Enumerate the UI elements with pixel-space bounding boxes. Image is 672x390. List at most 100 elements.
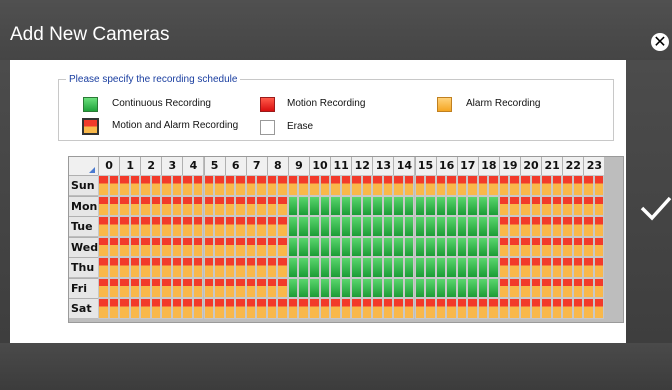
schedule-cell[interactable] — [319, 216, 331, 237]
schedule-cell[interactable] — [488, 195, 499, 216]
schedule-cell[interactable] — [214, 298, 225, 319]
schedule-cell[interactable] — [150, 257, 162, 278]
schedule-cell[interactable] — [98, 175, 109, 196]
schedule-cell[interactable] — [171, 236, 183, 257]
schedule-cell[interactable] — [425, 277, 436, 298]
schedule-cell[interactable] — [382, 277, 394, 298]
schedule-cell[interactable] — [171, 195, 183, 216]
hour-header-2[interactable]: 2 — [140, 157, 162, 175]
schedule-cell[interactable] — [467, 175, 478, 196]
hour-header-4[interactable]: 4 — [182, 157, 204, 175]
schedule-cell[interactable] — [129, 257, 141, 278]
schedule-cell[interactable] — [361, 277, 373, 298]
schedule-cell[interactable] — [287, 175, 299, 196]
schedule-cell[interactable] — [245, 257, 257, 278]
schedule-cell[interactable] — [330, 216, 341, 237]
schedule-cell[interactable] — [203, 298, 215, 319]
day-header-fri[interactable]: Fri — [69, 277, 98, 298]
schedule-cell[interactable] — [287, 277, 299, 298]
schedule-cell[interactable] — [245, 298, 257, 319]
schedule-cell[interactable] — [572, 175, 584, 196]
schedule-cell[interactable] — [203, 257, 215, 278]
schedule-cell[interactable] — [562, 175, 573, 196]
schedule-cell[interactable] — [182, 277, 193, 298]
hour-header-8[interactable]: 8 — [266, 157, 288, 175]
schedule-cell[interactable] — [287, 257, 299, 278]
schedule-cell[interactable] — [562, 195, 573, 216]
schedule-cell[interactable] — [403, 195, 415, 216]
schedule-cell[interactable] — [319, 195, 331, 216]
schedule-cell[interactable] — [235, 195, 246, 216]
hour-header-3[interactable]: 3 — [161, 157, 183, 175]
schedule-cell[interactable] — [277, 236, 288, 257]
schedule-cell[interactable] — [446, 236, 457, 257]
schedule-cell[interactable] — [256, 257, 267, 278]
schedule-cell[interactable] — [108, 236, 120, 257]
schedule-cell[interactable] — [372, 175, 383, 196]
schedule-cell[interactable] — [330, 277, 341, 298]
schedule-cell[interactable] — [551, 298, 563, 319]
schedule-cell[interactable] — [140, 257, 151, 278]
schedule-cell[interactable] — [509, 277, 520, 298]
schedule-cell[interactable] — [520, 277, 531, 298]
schedule-cell[interactable] — [414, 195, 426, 216]
schedule-cell[interactable] — [467, 195, 478, 216]
schedule-cell[interactable] — [382, 298, 394, 319]
schedule-cell[interactable] — [393, 257, 404, 278]
schedule-cell[interactable] — [382, 195, 394, 216]
schedule-cell[interactable] — [203, 195, 215, 216]
schedule-cell[interactable] — [351, 236, 362, 257]
schedule-cell[interactable] — [108, 277, 120, 298]
schedule-cell[interactable] — [150, 175, 162, 196]
hour-header-20[interactable]: 20 — [520, 157, 542, 175]
schedule-cell[interactable] — [256, 195, 267, 216]
schedule-cell[interactable] — [277, 298, 288, 319]
schedule-cell[interactable] — [192, 175, 204, 196]
schedule-cell[interactable] — [520, 216, 531, 237]
schedule-cell[interactable] — [382, 175, 394, 196]
schedule-cell[interactable] — [372, 195, 383, 216]
schedule-cell[interactable] — [425, 216, 436, 237]
schedule-cell[interactable] — [351, 277, 362, 298]
schedule-cell[interactable] — [541, 236, 552, 257]
hour-header-18[interactable]: 18 — [477, 157, 499, 175]
schedule-cell[interactable] — [509, 298, 520, 319]
schedule-cell[interactable] — [520, 175, 531, 196]
schedule-cell[interactable] — [309, 236, 320, 257]
schedule-cell[interactable] — [403, 216, 415, 237]
schedule-cell[interactable] — [214, 277, 225, 298]
schedule-cell[interactable] — [393, 175, 404, 196]
schedule-cell[interactable] — [330, 195, 341, 216]
hour-header-11[interactable]: 11 — [330, 157, 352, 175]
schedule-cell[interactable] — [467, 298, 478, 319]
schedule-cell[interactable] — [150, 195, 162, 216]
schedule-cell[interactable] — [414, 216, 426, 237]
schedule-cell[interactable] — [277, 277, 288, 298]
schedule-cell[interactable] — [309, 298, 320, 319]
schedule-cell[interactable] — [129, 236, 141, 257]
schedule-cell[interactable] — [224, 298, 236, 319]
schedule-cell[interactable] — [108, 195, 120, 216]
schedule-cell[interactable] — [467, 236, 478, 257]
schedule-cell[interactable] — [520, 298, 531, 319]
schedule-cell[interactable] — [456, 298, 468, 319]
hour-header-17[interactable]: 17 — [456, 157, 478, 175]
schedule-cell[interactable] — [319, 277, 331, 298]
schedule-cell[interactable] — [161, 175, 172, 196]
schedule-cell[interactable] — [214, 216, 225, 237]
schedule-cell[interactable] — [572, 216, 584, 237]
schedule-cell[interactable] — [235, 175, 246, 196]
schedule-cell[interactable] — [477, 236, 489, 257]
schedule-cell[interactable] — [298, 216, 309, 237]
day-header-mon[interactable]: Mon — [69, 195, 98, 216]
day-header-sat[interactable]: Sat — [69, 298, 98, 318]
schedule-cell[interactable] — [446, 298, 457, 319]
schedule-cell[interactable] — [224, 257, 236, 278]
schedule-cell[interactable] — [583, 216, 594, 237]
schedule-cell[interactable] — [593, 195, 605, 216]
schedule-cell[interactable] — [488, 298, 499, 319]
schedule-cell[interactable] — [467, 277, 478, 298]
schedule-cell[interactable] — [129, 298, 141, 319]
schedule-cell[interactable] — [182, 236, 193, 257]
schedule-cell[interactable] — [520, 257, 531, 278]
